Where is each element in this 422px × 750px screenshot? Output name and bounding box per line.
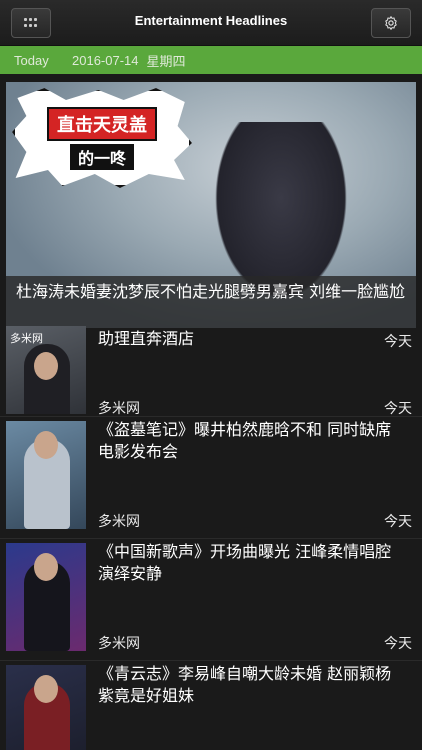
news-list: 多米网 助理直奔酒店 今天 多米网 今天 《盗墓笔记》曝井柏然鹿晗不和 同时缺席…: [0, 326, 422, 750]
settings-button[interactable]: [371, 8, 411, 38]
article-title: 《青云志》李易峰自嘲大龄未婚 赵丽颖杨紫竟是好姐妹: [98, 664, 392, 705]
article-title: 《盗墓笔记》曝井柏然鹿晗不和 同时缺席电影发布会: [98, 420, 392, 461]
featured-article[interactable]: 直击天灵盖 的一咚 杜海涛未婚妻沈梦辰不怕走光腿劈男嘉宾 刘维一脸尴尬: [6, 82, 416, 328]
list-item[interactable]: 多米网 助理直奔酒店 今天 多米网 今天: [0, 326, 422, 417]
thumbnail-image: [6, 543, 86, 651]
thumbnail-image: [6, 421, 86, 529]
grid-menu-icon: [24, 18, 38, 28]
gear-icon: [385, 16, 397, 30]
weekday-text: 星期四: [146, 53, 186, 69]
person-face: [34, 352, 58, 380]
thumbnail-source: 多米网: [10, 332, 43, 345]
menu-button[interactable]: [11, 8, 51, 38]
page-title: Entertainment Headlines: [134, 13, 288, 28]
navigation-bar: Entertainment Headlines: [0, 0, 422, 46]
article-time: 今天: [384, 514, 412, 530]
article-time: 今天: [384, 636, 412, 652]
badge-top-text: 直击天灵盖: [47, 106, 157, 141]
article-title: 《中国新歌声》开场曲曝光 汪峰柔情唱腔演绎安静: [98, 542, 392, 583]
person-face: [34, 675, 58, 703]
list-item[interactable]: 《青云志》李易峰自嘲大龄未婚 赵丽颖杨紫竟是好姐妹: [0, 661, 422, 750]
list-item[interactable]: 《盗墓笔记》曝井柏然鹿晗不和 同时缺席电影发布会 多米网 今天: [0, 417, 422, 539]
date-bar: Today 2016-07-14 星期四: [0, 46, 422, 74]
thumbnail-image: [6, 665, 86, 750]
date-text: 2016-07-14: [72, 52, 139, 68]
article-time: 今天: [384, 401, 412, 417]
today-label: Today: [14, 52, 49, 68]
article-title: 助理直奔酒店: [98, 329, 195, 348]
thumbnail-image: 多米网: [6, 326, 86, 414]
person-face: [34, 553, 58, 581]
person-face: [34, 431, 58, 459]
article-time: 今天: [384, 334, 412, 350]
article-source: 多米网: [98, 636, 140, 652]
article-source: 多米网: [98, 401, 140, 417]
featured-caption: 杜海涛未婚妻沈梦辰不怕走光腿劈男嘉宾 刘维一脸尴尬: [6, 276, 416, 328]
article-source: 多米网: [98, 514, 140, 530]
list-item[interactable]: 《中国新歌声》开场曲曝光 汪峰柔情唱腔演绎安静 多米网 今天: [0, 539, 422, 661]
badge-bottom-text: 的一咚: [69, 143, 134, 170]
